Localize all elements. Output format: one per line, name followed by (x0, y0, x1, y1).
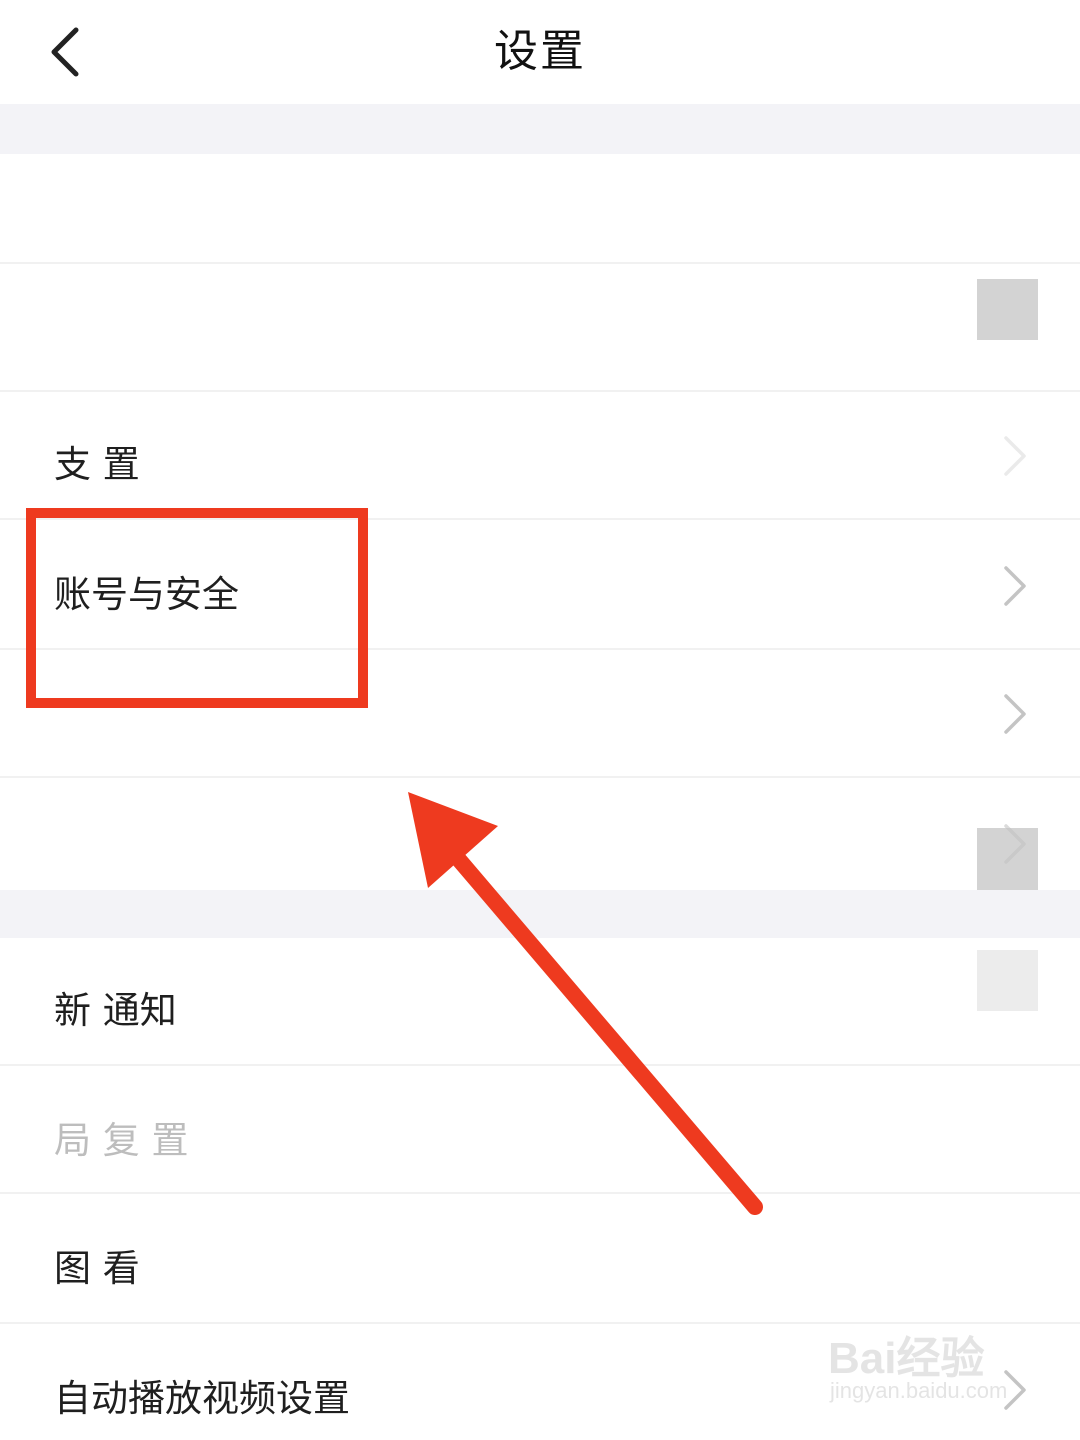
highlight-box-annotation (26, 508, 368, 708)
chevron-right-icon (1004, 694, 1026, 734)
row-label: 图 看 (54, 1247, 140, 1290)
settings-screen: 设置 支 置 账号与安全 新 通知 局 复 置 图 看 自动播放视频设置 Bai… (0, 0, 1080, 1440)
thumbnail-placeholder (977, 279, 1038, 340)
section-divider (0, 890, 1080, 938)
watermark-url: jingyan.baidu.com (830, 1378, 1008, 1403)
settings-row-layout[interactable]: 局 复 置 (0, 1066, 1080, 1194)
page-title: 设置 (494, 26, 586, 77)
row-label: 局 复 置 (54, 1119, 189, 1162)
settings-row-image[interactable]: 图 看 (0, 1194, 1080, 1324)
section-divider (0, 104, 1080, 154)
settings-row-profile[interactable] (0, 154, 1080, 369)
settings-row-1[interactable] (0, 264, 1080, 392)
chevron-right-icon (1004, 436, 1026, 476)
chevron-right-icon (1004, 566, 1026, 606)
row-label: 自动播放视频设置 (54, 1377, 350, 1420)
thumbnail-placeholder (977, 950, 1038, 1011)
chevron-right-icon (1004, 824, 1026, 864)
row-label: 新 通知 (54, 989, 177, 1032)
settings-row-payment[interactable]: 支 置 (0, 392, 1080, 520)
row-label: 支 置 (54, 443, 140, 486)
baidu-jingyan-watermark: Bai经验 jingyan.baidu.com (828, 1322, 1028, 1418)
watermark-brand: Bai经验 (828, 1334, 985, 1383)
top-bar: 设置 (0, 0, 1080, 104)
settings-row-5[interactable] (0, 778, 1080, 890)
settings-row-notifications[interactable]: 新 通知 (0, 938, 1080, 1066)
